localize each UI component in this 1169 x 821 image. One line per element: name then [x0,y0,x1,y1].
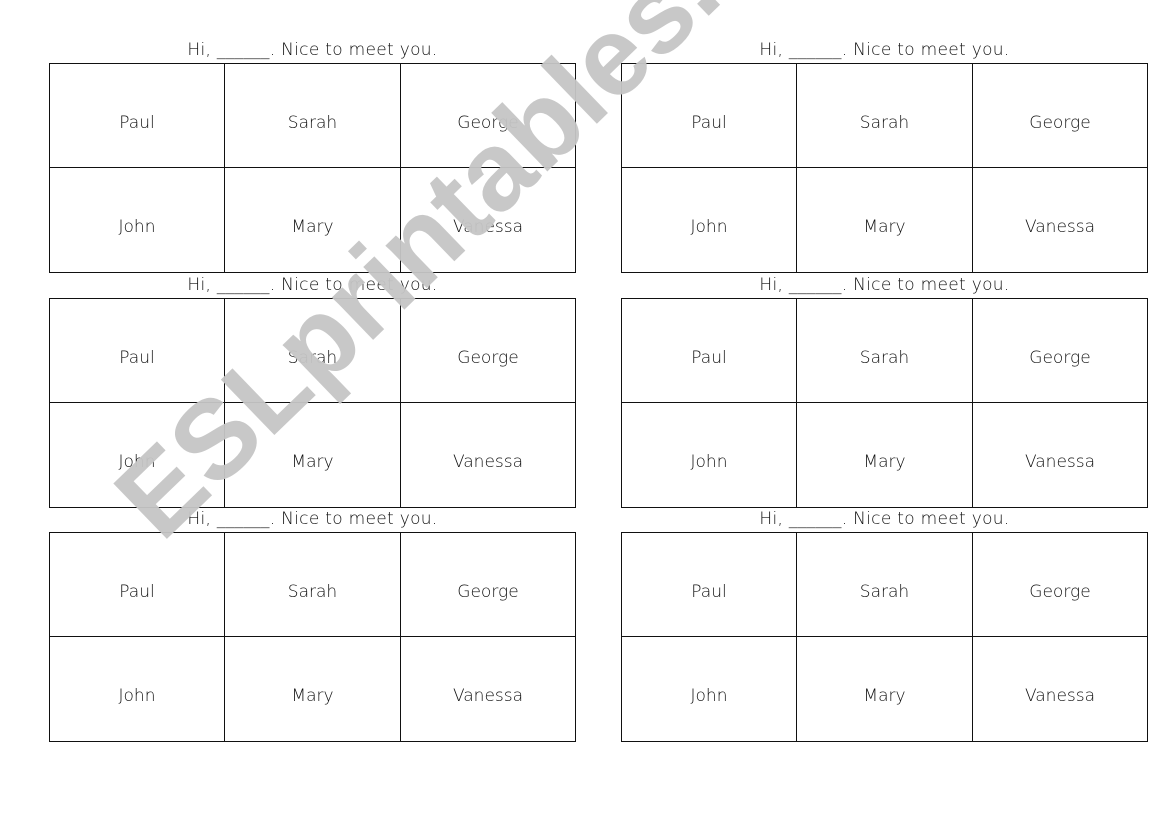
name-cell: Vanessa [452,452,524,472]
name-cell: Vanessa [1024,217,1096,237]
card-title: Hi, ______. Nice to meet you. [759,509,1010,529]
name-grid: Paul Sarah George John Mary Vanessa [621,298,1148,508]
name-cell: George [401,64,575,168]
card-title: Hi, ______. Nice to meet you. [759,40,1010,60]
card-title: Hi, ______. Nice to meet you. [187,40,438,60]
name-cell: Mary [225,637,401,741]
name-cell: George [973,299,1147,403]
name-cell: Sarah [797,533,973,637]
name-cell: Mary [225,168,401,272]
name-cell: Sarah [797,64,973,168]
name-cell: Vanessa [1024,452,1096,472]
name-cell: Mary [225,403,401,507]
name-cell: Paul [50,533,225,637]
name-cell: Paul [622,299,797,403]
name-cell: John [622,168,797,272]
name-cell: Paul [50,299,225,403]
card-title: Hi, ______. Nice to meet you. [187,275,438,295]
card-title: Hi, ______. Nice to meet you. [187,509,438,529]
name-cell: Sarah [225,299,401,403]
name-cell: Paul [622,64,797,168]
name-cell: Paul [50,64,225,168]
name-cell: Mary [797,403,973,507]
name-cell: George [973,533,1147,637]
name-grid: Paul Sarah George John Mary Vanessa [49,63,576,273]
name-grid: Paul Sarah George John Mary Vanessa [621,63,1148,273]
name-cell: Mary [797,637,973,741]
name-grid: Paul Sarah George John Mary Vanessa [49,532,576,742]
name-cell: Sarah [225,533,401,637]
name-cell: Sarah [225,64,401,168]
name-grid: Paul Sarah George John Mary Vanessa [621,532,1148,742]
name-cell: George [401,533,575,637]
name-cell: John [622,403,797,507]
name-cell: George [401,299,575,403]
name-cell: John [50,403,225,507]
name-cell: Vanessa [452,686,524,706]
name-cell: Paul [622,533,797,637]
name-cell: Vanessa [452,217,524,237]
name-grid: Paul Sarah George John Mary Vanessa [49,298,576,508]
name-cell: John [622,637,797,741]
name-cell: Mary [797,168,973,272]
card-title: Hi, ______. Nice to meet you. [759,275,1010,295]
name-cell: Sarah [797,299,973,403]
name-cell: John [50,168,225,272]
name-cell: John [50,637,225,741]
name-cell: George [973,64,1147,168]
name-cell: Vanessa [1024,686,1096,706]
